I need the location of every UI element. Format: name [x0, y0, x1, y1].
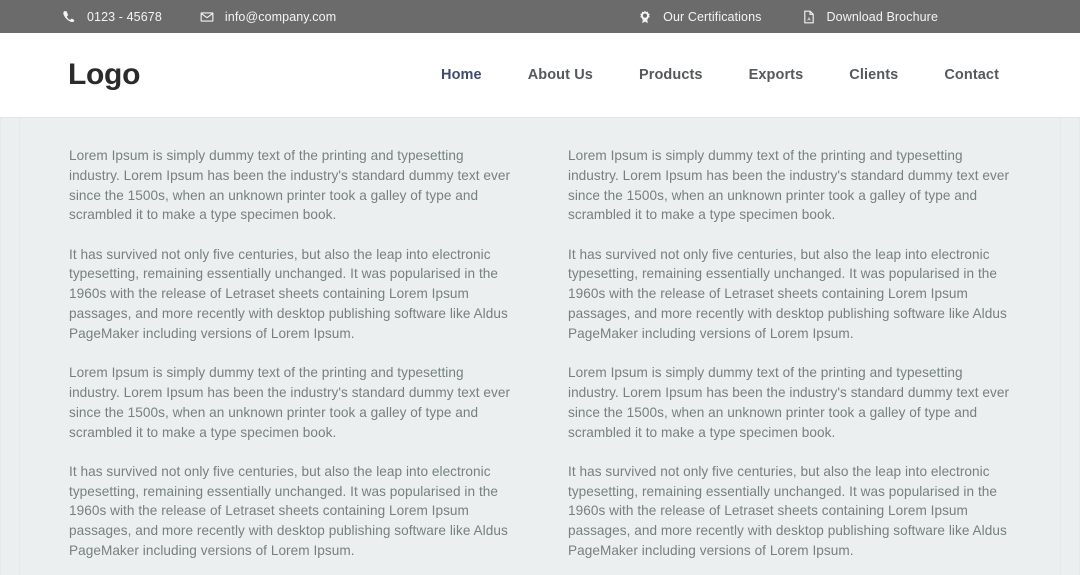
left-text-column: Lorem Ipsum is simply dummy text of the … — [1, 146, 540, 561]
nav-item-home[interactable]: Home — [418, 67, 505, 83]
paragraph: Lorem Ipsum is simply dummy text of the … — [568, 365, 1010, 440]
nav-item-about-us[interactable]: About Us — [505, 67, 616, 83]
nav-item-products[interactable]: Products — [616, 67, 726, 83]
topbar-email-link[interactable]: info@company.com — [200, 10, 336, 24]
pdf-file-icon: A — [802, 10, 816, 24]
top-utility-bar: 0123 - 45678 info@company.com Our Certif… — [0, 0, 1080, 33]
main-navigation: Home About Us Products Exports Clients C… — [418, 67, 1022, 83]
topbar-brochure-label: Download Brochure — [826, 9, 938, 24]
paragraph: It has survived not only five centuries,… — [568, 463, 1007, 559]
nav-item-exports[interactable]: Exports — [726, 67, 827, 83]
topbar-certifications-link[interactable]: Our Certifications — [638, 10, 761, 24]
topbar-links-group: Our Certifications A Download Brochure — [638, 10, 938, 24]
left-gutter — [1, 118, 20, 575]
site-header: Logo Home About Us Products Exports Clie… — [0, 33, 1080, 118]
topbar-brochure-link[interactable]: A Download Brochure — [802, 10, 938, 24]
site-logo[interactable]: Logo — [68, 60, 140, 90]
topbar-phone-link[interactable]: 0123 - 45678 — [62, 10, 162, 24]
topbar-phone-label: 0123 - 45678 — [87, 9, 162, 24]
certificate-seal-icon — [638, 10, 652, 24]
envelope-icon — [200, 10, 214, 24]
page-content-area: Lorem Ipsum is simply dummy text of the … — [0, 118, 1080, 575]
topbar-email-label: info@company.com — [224, 9, 337, 24]
paragraph: Lorem Ipsum is simply dummy text of the … — [69, 148, 511, 223]
topbar-certifications-label: Our Certifications — [663, 9, 762, 24]
phone-icon — [62, 10, 76, 24]
nav-item-contact[interactable]: Contact — [921, 67, 1022, 83]
nav-item-clients[interactable]: Clients — [826, 67, 921, 83]
paragraph: It has survived not only five centuries,… — [69, 246, 508, 341]
svg-text:A: A — [807, 16, 811, 22]
right-gutter — [1060, 118, 1079, 575]
two-column-layout: Lorem Ipsum is simply dummy text of the … — [1, 118, 1079, 561]
topbar-contact-group: 0123 - 45678 info@company.com — [62, 10, 336, 24]
right-text-column: Lorem Ipsum is simply dummy text of the … — [540, 146, 1079, 561]
paragraph: It has survived not only five centuries,… — [69, 463, 508, 559]
paragraph: It has survived not only five centuries,… — [568, 246, 1007, 341]
paragraph: Lorem Ipsum is simply dummy text of the … — [69, 365, 511, 440]
paragraph: Lorem Ipsum is simply dummy text of the … — [568, 148, 1010, 223]
